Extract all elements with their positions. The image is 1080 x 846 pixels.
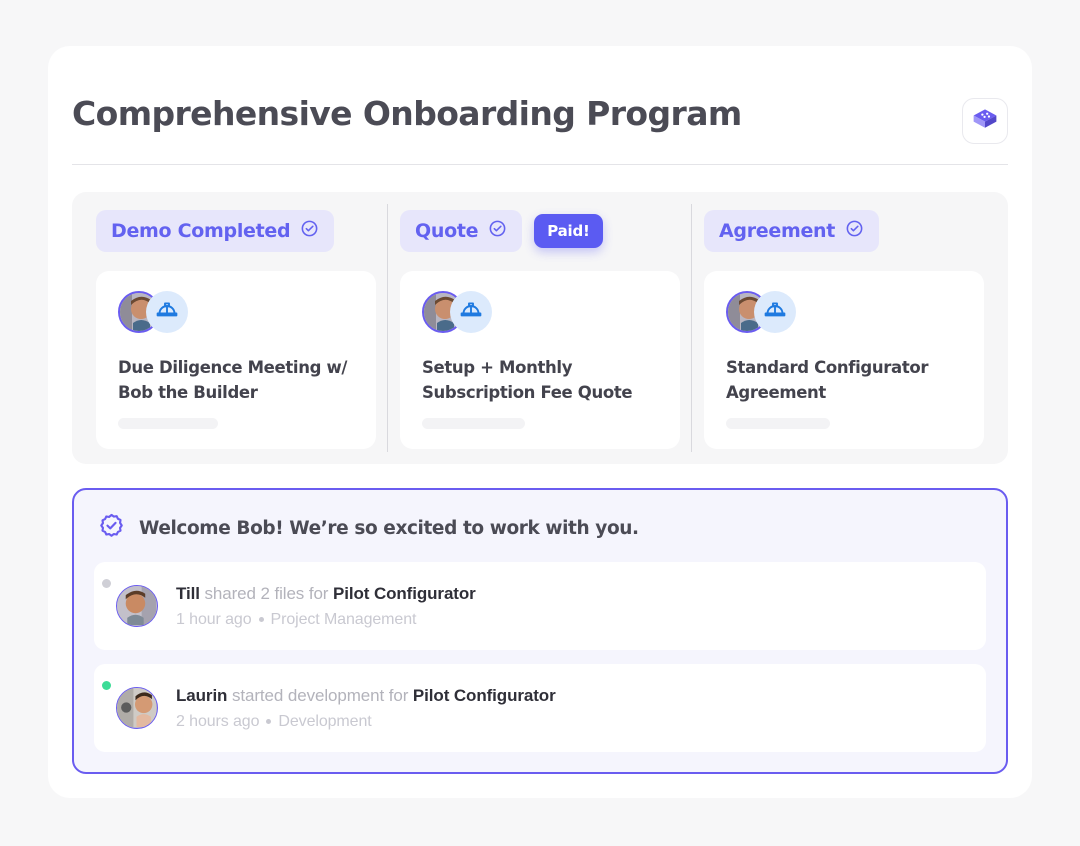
page-root: Comprehensive Onboarding Program Demo Co… <box>0 0 1080 846</box>
activity-description: Till shared 2 files for Pilot Configurat… <box>176 584 476 604</box>
status-dot-offline <box>102 579 111 588</box>
status-dot-online <box>102 681 111 690</box>
role-badge <box>754 291 796 333</box>
skeleton-placeholder <box>118 417 218 429</box>
avatar-group <box>118 291 188 333</box>
activity-action: started development for <box>231 685 409 705</box>
stage-header: Agreement <box>704 210 984 252</box>
stage-column-agreement: Agreement Standard Configurator Agreemen… <box>691 204 996 452</box>
activity-meta: 1 hour ago Project Management <box>176 611 476 629</box>
activity-content: Till shared 2 files for Pilot Configurat… <box>176 584 476 629</box>
stage-section: Demo Completed Due Diligence Meeting w/ … <box>72 192 1008 464</box>
activity-category: Project Management <box>270 610 417 628</box>
skeleton-placeholder <box>726 417 830 429</box>
activity-list: Till shared 2 files for Pilot Configurat… <box>94 562 986 752</box>
stage-column-demo-completed: Demo Completed Due Diligence Meeting w/ … <box>84 210 388 449</box>
activity-row[interactable]: Laurin started development for Pilot Con… <box>94 664 986 752</box>
role-badge <box>450 291 492 333</box>
welcome-header: Welcome Bob! We’re so excited to work wi… <box>94 508 986 544</box>
page-title: Comprehensive Onboarding Program <box>72 94 742 133</box>
activity-target: Pilot Configurator <box>412 685 556 705</box>
stage-label: Quote <box>415 220 479 242</box>
stage-card-demo-completed[interactable]: Due Diligence Meeting w/ Bob the Builder <box>96 271 376 449</box>
check-circle-icon <box>488 219 507 243</box>
stage-card-agreement[interactable]: Standard Configurator Agreement <box>704 271 984 449</box>
stage-pill-agreement[interactable]: Agreement <box>704 210 880 252</box>
avatar-group <box>422 291 492 333</box>
hard-hat-icon <box>459 298 483 327</box>
hard-hat-icon <box>763 298 787 327</box>
onboarding-card: Comprehensive Onboarding Program Demo Co… <box>48 46 1032 798</box>
activity-actor: Laurin <box>176 685 228 705</box>
activity-time: 2 hours ago <box>176 712 260 730</box>
avatar <box>116 687 158 729</box>
activity-row[interactable]: Till shared 2 files for Pilot Configurat… <box>94 562 986 650</box>
stage-pill-demo-completed[interactable]: Demo Completed <box>96 210 335 252</box>
stage-card-quote[interactable]: Setup + Monthly Subscription Fee Quote <box>400 271 680 449</box>
avatar-wrapper <box>102 681 158 729</box>
check-circle-icon <box>845 219 864 243</box>
activity-target: Pilot Configurator <box>332 583 476 603</box>
meta-separator-dot <box>258 616 264 622</box>
check-circle-icon <box>300 219 319 243</box>
welcome-message: Welcome Bob! We’re so excited to work wi… <box>139 517 639 539</box>
stage-label: Demo Completed <box>111 220 291 242</box>
skeleton-placeholder <box>422 417 525 429</box>
avatar-wrapper <box>102 579 158 627</box>
hard-hat-icon <box>155 298 179 327</box>
avatar-group <box>726 291 796 333</box>
header-divider <box>72 164 1008 165</box>
stage-column-quote: Quote Paid! Setup + Monthly Subscription… <box>387 204 692 452</box>
activity-category: Development <box>278 712 372 730</box>
avatar <box>116 585 158 627</box>
activity-actor: Till <box>176 583 200 603</box>
stage-header: Quote Paid! <box>400 210 680 252</box>
paid-badge[interactable]: Paid! <box>534 214 603 248</box>
activity-meta: 2 hours ago Development <box>176 713 556 731</box>
welcome-panel: Welcome Bob! We’re so excited to work wi… <box>72 488 1008 774</box>
stage-label: Agreement <box>719 220 836 242</box>
stage-card-title: Due Diligence Meeting w/ Bob the Builder <box>118 358 348 402</box>
card-header: Comprehensive Onboarding Program <box>72 46 1008 164</box>
meta-separator-dot <box>266 718 272 724</box>
stage-header: Demo Completed <box>96 210 376 252</box>
isometric-cube-icon <box>971 105 999 138</box>
stage-card-title: Setup + Monthly Subscription Fee Quote <box>422 358 633 402</box>
role-badge <box>146 291 188 333</box>
activity-action: shared 2 files for <box>204 583 329 603</box>
activity-description: Laurin started development for Pilot Con… <box>176 686 556 706</box>
activity-time: 1 hour ago <box>176 610 252 628</box>
activity-content: Laurin started development for Pilot Con… <box>176 686 556 731</box>
stage-pill-quote[interactable]: Quote <box>400 210 523 252</box>
brand-button[interactable] <box>962 98 1008 144</box>
stage-card-title: Standard Configurator Agreement <box>726 358 929 402</box>
verified-badge-icon <box>98 512 125 544</box>
